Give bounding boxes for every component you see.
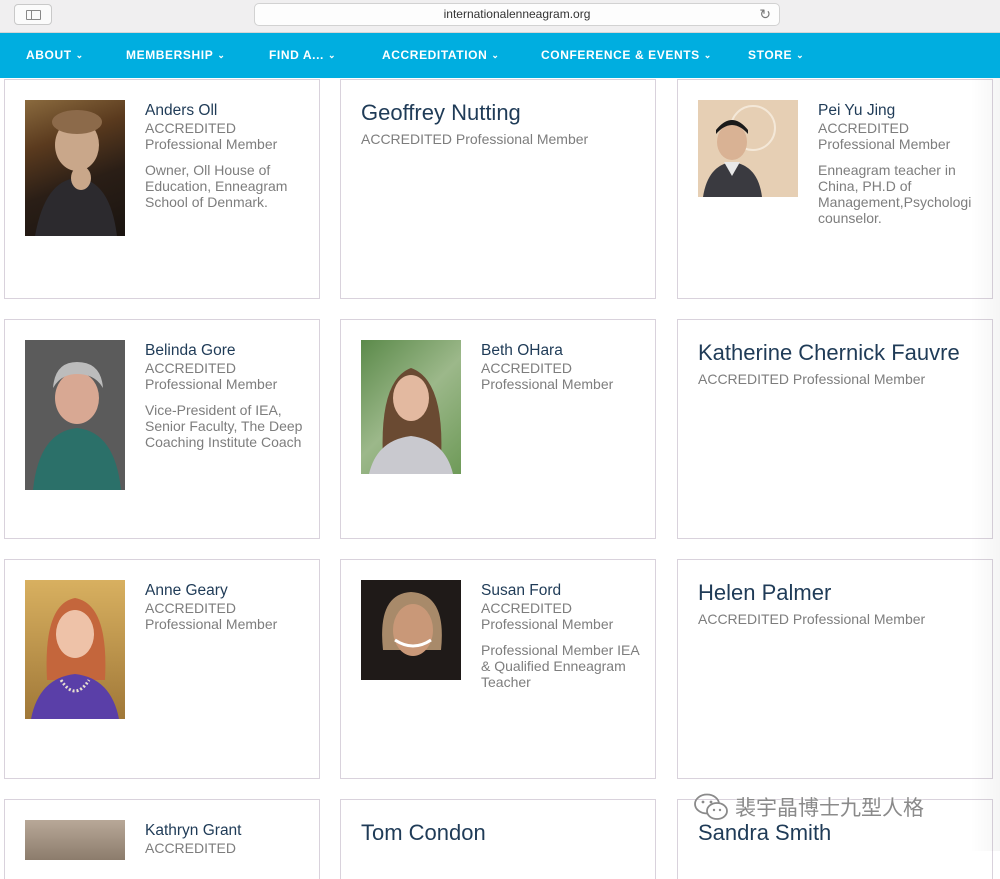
member-name[interactable]: Helen Palmer	[698, 580, 831, 606]
member-card[interactable]: Kathryn Grant ACCREDITED	[4, 799, 320, 879]
member-name[interactable]: Beth OHara	[481, 342, 651, 360]
nav-accreditation[interactable]: ACCREDITATION ⌄	[382, 33, 500, 78]
member-name[interactable]: Belinda Gore	[145, 342, 315, 360]
chevron-down-icon: ⌄	[703, 50, 712, 60]
member-photo	[25, 820, 125, 860]
chevron-down-icon: ⌄	[217, 50, 226, 60]
nav-about[interactable]: ABOUT ⌄	[26, 33, 84, 78]
member-card[interactable]: Anne Geary ACCREDITED Professional Membe…	[4, 559, 320, 779]
chevron-down-icon: ⌄	[796, 50, 805, 60]
nav-conference-events[interactable]: CONFERENCE & EVENTS ⌄	[541, 33, 712, 78]
member-info: Susan Ford ACCREDITED Professional Membe…	[481, 582, 651, 690]
member-photo	[361, 580, 461, 680]
member-type: Professional Member	[818, 136, 951, 152]
member-status: ACCREDITED Professional Member	[361, 131, 589, 147]
member-status: ACCREDITED	[818, 120, 910, 136]
url-text: internationalenneagram.org	[443, 7, 591, 21]
member-description: Enneagram teacher in China, PH.D of Mana…	[818, 162, 972, 226]
scroll-shadow	[970, 78, 1000, 851]
chevron-down-icon: ⌄	[491, 50, 500, 60]
member-status: ACCREDITED	[145, 120, 237, 136]
member-name[interactable]: Anders Oll	[145, 102, 315, 120]
member-card[interactable]: Beth OHara ACCREDITED Professional Membe…	[340, 319, 656, 539]
member-type: Professional Member	[145, 376, 278, 392]
member-info: Anders Oll ACCREDITED Professional Membe…	[145, 102, 315, 210]
member-card[interactable]: Belinda Gore ACCREDITED Professional Mem…	[4, 319, 320, 539]
member-description: Owner, Oll House of Education, Enneagram…	[145, 162, 288, 210]
member-status: ACCREDITED Professional Member	[698, 611, 926, 627]
watermark: 裴宇晶博士九型人格	[693, 792, 924, 822]
member-card[interactable]: Katherine Chernick Fauvre ACCREDITED Pro…	[677, 319, 993, 539]
nav-store[interactable]: STORE ⌄	[748, 33, 804, 78]
chevron-down-icon: ⌄	[75, 50, 84, 60]
main-nav: ABOUT ⌄ MEMBERSHIP ⌄ FIND A... ⌄ ACCREDITAT…	[0, 33, 1000, 78]
member-photo	[25, 340, 125, 490]
member-info: Anne Geary ACCREDITED Professional Membe…	[145, 582, 315, 632]
member-status: ACCREDITED	[145, 600, 237, 616]
nav-label: STORE	[748, 48, 793, 62]
member-card[interactable]: Tom Condon	[340, 799, 656, 879]
member-name[interactable]: Sandra Smith	[698, 820, 831, 846]
member-description: Vice-President of IEA, Senior Faculty, T…	[145, 402, 303, 450]
member-card[interactable]: Helen Palmer ACCREDITED Professional Mem…	[677, 559, 993, 779]
member-name[interactable]: Susan Ford	[481, 582, 651, 600]
member-name[interactable]: Kathryn Grant	[145, 822, 315, 840]
nav-label: CONFERENCE & EVENTS	[541, 48, 700, 62]
member-type: Professional Member	[481, 376, 614, 392]
nav-label: ABOUT	[26, 48, 72, 62]
member-photo	[25, 580, 125, 719]
member-info: Pei Yu Jing ACCREDITED Professional Memb…	[818, 102, 978, 226]
member-description: Professional Member IEA & Qualified Enne…	[481, 642, 639, 690]
nav-find[interactable]: FIND A... ⌄	[269, 33, 336, 78]
wechat-icon	[694, 793, 728, 820]
sidebar-toggle-button[interactable]	[14, 4, 52, 25]
browser-toolbar: internationalenneagram.org ↻	[0, 0, 1000, 33]
chevron-down-icon: ⌄	[327, 50, 337, 60]
member-card[interactable]: Susan Ford ACCREDITED Professional Membe…	[340, 559, 656, 779]
member-type: Professional Member	[145, 616, 278, 632]
member-name[interactable]: Pei Yu Jing	[818, 102, 978, 120]
nav-membership[interactable]: MEMBERSHIP ⌄	[126, 33, 226, 78]
member-status: ACCREDITED	[481, 360, 573, 376]
member-photo	[25, 100, 125, 236]
member-status: ACCREDITED	[145, 360, 237, 376]
member-type: Professional Member	[481, 616, 614, 632]
member-name[interactable]: Geoffrey Nutting	[361, 100, 521, 126]
member-info: Beth OHara ACCREDITED Professional Membe…	[481, 342, 651, 392]
member-photo	[361, 340, 461, 474]
member-name[interactable]: Katherine Chernick Fauvre	[698, 340, 960, 366]
nav-label: MEMBERSHIP	[126, 48, 214, 62]
address-bar[interactable]: internationalenneagram.org ↻	[254, 3, 780, 26]
sidebar-icon	[26, 10, 41, 20]
member-name[interactable]: Tom Condon	[361, 820, 486, 846]
reload-icon[interactable]: ↻	[759, 4, 771, 25]
member-card[interactable]: Pei Yu Jing ACCREDITED Professional Memb…	[677, 79, 993, 299]
member-photo	[698, 100, 798, 197]
nav-label: ACCREDITATION	[382, 48, 488, 62]
member-name[interactable]: Anne Geary	[145, 582, 315, 600]
member-type: Professional Member	[145, 136, 278, 152]
member-info: Belinda Gore ACCREDITED Professional Mem…	[145, 342, 315, 450]
member-card[interactable]: Geoffrey Nutting ACCREDITED Professional…	[340, 79, 656, 299]
member-status: ACCREDITED	[481, 600, 573, 616]
member-status: ACCREDITED Professional Member	[698, 371, 926, 387]
watermark-text: 裴宇晶博士九型人格	[735, 796, 924, 820]
nav-label: FIND A...	[269, 48, 324, 62]
member-status: ACCREDITED	[145, 840, 237, 856]
member-card[interactable]: Anders Oll ACCREDITED Professional Membe…	[4, 79, 320, 299]
